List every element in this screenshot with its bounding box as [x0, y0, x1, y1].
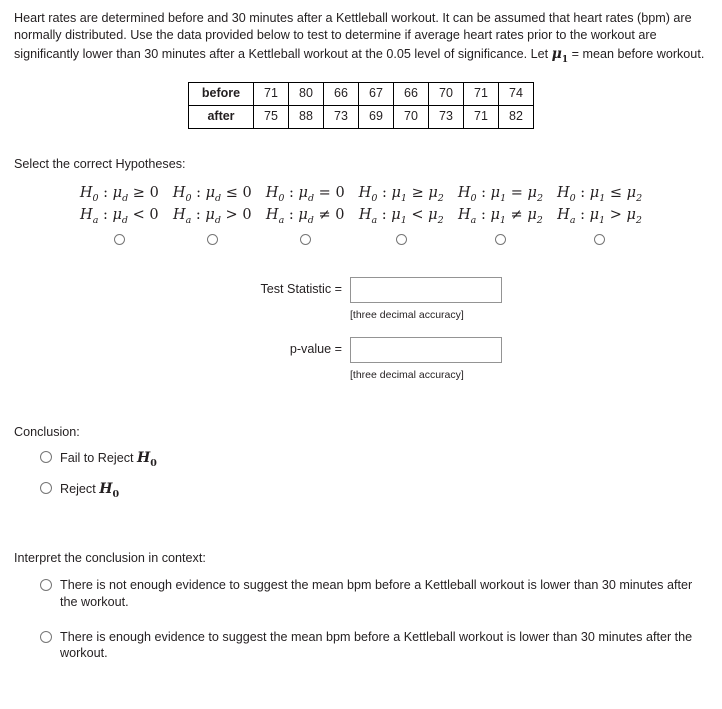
h0-symbol-2: H0 — [99, 481, 120, 500]
cell-before-1: 80 — [288, 81, 324, 106]
interpretation-radio-2[interactable] — [40, 630, 52, 643]
hypothesis-alt-2: Ha : μd > 0 — [172, 207, 252, 227]
cell-after-1: 88 — [288, 104, 324, 129]
interpretation-option-1[interactable]: There is not enough evidence to suggest … — [14, 577, 708, 610]
cell-after-2: 73 — [323, 104, 359, 129]
cell-after-3: 69 — [358, 104, 394, 129]
hypothesis-radio-3[interactable] — [299, 233, 311, 245]
cell-before-0: 71 — [253, 81, 289, 106]
question-prompt: Heart rates are determined before and 30… — [14, 10, 710, 66]
interpretation-label: Interpret the conclusion in context: — [14, 551, 206, 566]
p-value-input[interactable] — [350, 336, 502, 363]
hypothesis-alt-4: Ha : μ1 < μ2 — [358, 207, 444, 227]
hypotheses-options: H0 : μd ≥ 0 Ha : μd < 0 H0 : μd ≤ 0 Ha :… — [14, 183, 708, 245]
hypothesis-radio-4[interactable] — [395, 233, 407, 245]
test-statistic-block: Test Statistic = [three decimal accuracy… — [14, 276, 708, 321]
cell-after-5: 73 — [428, 104, 464, 129]
cell-before-2: 66 — [323, 81, 359, 106]
p-value-label: p-value = — [289, 341, 342, 356]
conclusion-label: Conclusion: — [14, 424, 80, 439]
hypothesis-radio-2[interactable] — [206, 233, 218, 245]
row-label-after: after — [188, 104, 254, 129]
hypothesis-option-3[interactable]: H0 : μd = 0 Ha : μd ≠ 0 — [259, 183, 352, 245]
hypothesis-option-2[interactable]: H0 : μd ≤ 0 Ha : μd > 0 — [166, 183, 259, 245]
hypothesis-null-4: H0 : μ1 ≥ μ2 — [358, 184, 444, 204]
conclusion-radio-fail-to-reject[interactable] — [40, 450, 52, 463]
hypothesis-null-6: H0 : μ1 ≤ μ2 — [556, 184, 643, 204]
hypothesis-radio-6[interactable] — [594, 233, 606, 245]
cell-before-6: 71 — [463, 81, 499, 106]
conclusion-option-reject[interactable]: Reject H0 — [14, 480, 708, 501]
interpretation-text-2: There is enough evidence to suggest the … — [60, 629, 693, 661]
p-value-block: p-value = [three decimal accuracy] — [14, 336, 708, 381]
interpretation-radio-1[interactable] — [40, 579, 52, 592]
hypothesis-null-5: H0 : μ1 = μ2 — [457, 184, 543, 204]
cell-before-5: 70 — [428, 81, 464, 106]
row-label-before: before — [188, 81, 254, 106]
table-row-after: after 75 88 73 69 70 73 71 82 — [188, 104, 534, 129]
hypothesis-radio-5[interactable] — [494, 233, 506, 245]
hypothesis-null-3: H0 : μd = 0 — [265, 184, 345, 204]
interpretation-option-2[interactable]: There is enough evidence to suggest the … — [14, 629, 708, 662]
worksheet-page: Heart rates are determined before and 30… — [0, 0, 722, 662]
hypothesis-null-1: H0 : μd ≥ 0 — [79, 184, 159, 204]
hypothesis-option-4[interactable]: H0 : μ1 ≥ μ2 Ha : μ1 < μ2 — [352, 183, 451, 245]
hypothesis-alt-5: Ha : μ1 ≠ μ2 — [458, 207, 543, 227]
cell-after-7: 82 — [498, 104, 534, 129]
hypothesis-option-1[interactable]: H0 : μd ≥ 0 Ha : μd < 0 — [73, 183, 166, 245]
table-row-before: before 71 80 66 67 66 70 71 74 — [188, 81, 534, 106]
cell-before-3: 67 — [358, 81, 394, 106]
test-statistic-col: [three decimal accuracy] — [350, 276, 502, 321]
hypothesis-alt-3: Ha : μd ≠ 0 — [265, 207, 345, 227]
hypothesis-alt-6: Ha : μ1 > μ2 — [557, 207, 642, 227]
hypothesis-radio-1[interactable] — [113, 233, 125, 245]
cell-after-6: 71 — [463, 104, 499, 129]
hypothesis-option-6[interactable]: H0 : μ1 ≤ μ2 Ha : μ1 > μ2 — [550, 183, 649, 245]
data-table-wrapper: before 71 80 66 67 66 70 71 74 after 75 … — [14, 81, 708, 129]
hypothesis-null-2: H0 : μd ≤ 0 — [172, 184, 252, 204]
p-value-col: [three decimal accuracy] — [350, 336, 502, 381]
cell-after-0: 75 — [253, 104, 289, 129]
h0-symbol-1: H0 — [137, 449, 157, 469]
hypothesis-option-5[interactable]: H0 : μ1 = μ2 Ha : μ1 ≠ μ2 — [451, 183, 550, 245]
cell-before-7: 74 — [498, 81, 534, 106]
conclusion-radio-reject[interactable] — [40, 482, 52, 495]
cell-after-4: 70 — [393, 104, 429, 129]
test-statistic-input[interactable] — [350, 276, 502, 303]
conclusion-text-reject: Reject H0 — [60, 481, 120, 500]
test-statistic-hint: [three decimal accuracy] — [350, 308, 464, 321]
interpretation-text-1: There is not enough evidence to suggest … — [60, 578, 693, 609]
conclusion-option-fail-to-reject[interactable]: Fail to Reject H0 — [14, 449, 708, 470]
mu1-symbol: μ1 — [551, 45, 569, 65]
conclusion-text-fail-to-reject: Fail to Reject H0 — [60, 449, 157, 469]
hypothesis-alt-1: Ha : μd < 0 — [80, 207, 159, 227]
prompt-text-part2: = mean before workout. — [568, 46, 705, 61]
cell-before-4: 66 — [393, 81, 429, 106]
hypotheses-instruction: Select the correct Hypotheses: — [14, 156, 186, 171]
p-value-hint: [three decimal accuracy] — [350, 368, 464, 381]
test-statistic-label: Test Statistic = — [260, 281, 342, 296]
heart-rate-table: before 71 80 66 67 66 70 71 74 after 75 … — [188, 81, 534, 129]
